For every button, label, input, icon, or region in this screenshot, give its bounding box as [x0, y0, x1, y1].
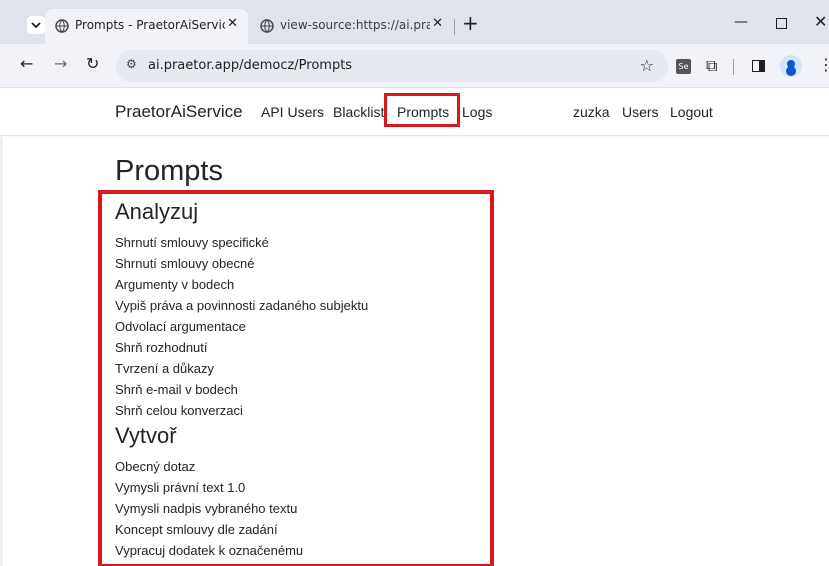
nav-user-zuzka[interactable]: zuzka [573, 104, 610, 120]
prompt-link[interactable]: Argumenty v bodech [115, 277, 234, 292]
tab-title: Prompts - PraetorAiService [75, 18, 225, 32]
puzzle-icon[interactable]: ⧉ [706, 56, 717, 76]
prompt-link[interactable]: Vymysli nadpis vybraného textu [115, 501, 297, 516]
toolbar-divider [733, 59, 734, 75]
prompt-link[interactable]: Odvolací argumentace [115, 319, 246, 334]
close-tab-icon[interactable]: ✕ [227, 16, 238, 31]
side-panel-icon[interactable] [752, 60, 765, 72]
prompt-link[interactable]: Tvrzení a důkazy [115, 361, 214, 376]
page-edge [0, 136, 3, 566]
url-text[interactable]: ai.praetor.app/democz/Prompts [148, 58, 352, 73]
tab-title: view-source:https://ai.praetor.ai [280, 18, 430, 32]
tab-strip: Prompts - PraetorAiService ✕ view-source… [0, 0, 829, 44]
nav-blacklist[interactable]: Blacklist [333, 104, 384, 120]
browser-toolbar: ← → ↻ ⚙ ai.praetor.app/democz/Prompts ☆ … [0, 44, 829, 88]
brand-link[interactable]: PraetorAiService [115, 102, 243, 122]
star-icon[interactable]: ☆ [640, 56, 654, 75]
tab-view-source[interactable]: view-source:https://ai.praetor.ai ✕ [250, 9, 453, 44]
new-tab-button[interactable]: + [462, 13, 479, 33]
close-tab-icon[interactable]: ✕ [432, 16, 443, 31]
prompt-link[interactable]: Shrnutí smlouvy specifické [115, 235, 269, 250]
prompt-link[interactable]: Vypracuj dodatek k označenému [115, 543, 303, 558]
maximize-button[interactable] [776, 18, 787, 29]
chevron-down-icon [31, 22, 41, 29]
page-title: Prompts [115, 155, 223, 187]
reload-icon[interactable]: ↻ [86, 54, 99, 73]
prompt-link[interactable]: Koncept smlouvy dle zadání [115, 522, 278, 537]
minimize-button[interactable]: — [734, 14, 748, 30]
nav-api-users[interactable]: API Users [261, 104, 324, 120]
nav-logout[interactable]: Logout [670, 104, 713, 120]
prompt-link[interactable]: Shrň celou konverzaci [115, 403, 243, 418]
back-arrow-icon[interactable]: ← [20, 54, 33, 73]
section-heading-analyzuj: Analyzuj [115, 199, 199, 224]
prompt-link[interactable]: Shrň e-mail v bodech [115, 382, 238, 397]
section-heading-vytvor: Vytvoř [115, 423, 177, 448]
tab-prompts[interactable]: Prompts - PraetorAiService ✕ [45, 9, 248, 44]
close-window-button[interactable]: ✕ [814, 12, 827, 31]
tab-divider [454, 19, 455, 35]
prompt-link[interactable]: Shrnutí smlouvy obecné [115, 256, 254, 271]
prompt-link[interactable]: Shrň rozhodnutí [115, 340, 208, 355]
site-info-icon[interactable]: ⚙ [126, 57, 137, 71]
address-bar[interactable]: ⚙ ai.praetor.app/democz/Prompts ☆ [116, 50, 668, 82]
tab-search-button[interactable] [27, 16, 45, 34]
prompt-link[interactable]: Vymysli právní text 1.0 [115, 480, 245, 495]
nav-logs[interactable]: Logs [462, 104, 492, 120]
prompts-highlight-frame [384, 93, 460, 127]
prompt-link[interactable]: Obecný dotaz [115, 459, 195, 474]
menu-icon[interactable]: ⋮ [818, 55, 829, 74]
profile-icon[interactable] [780, 55, 802, 77]
prompt-link[interactable]: Vypiš práva a povinnosti zadaného subjek… [115, 298, 368, 313]
globe-icon [55, 19, 69, 33]
extension-icon[interactable]: Se [676, 59, 691, 74]
forward-arrow-icon[interactable]: → [54, 54, 67, 73]
globe-icon [260, 19, 274, 33]
nav-users[interactable]: Users [622, 104, 659, 120]
